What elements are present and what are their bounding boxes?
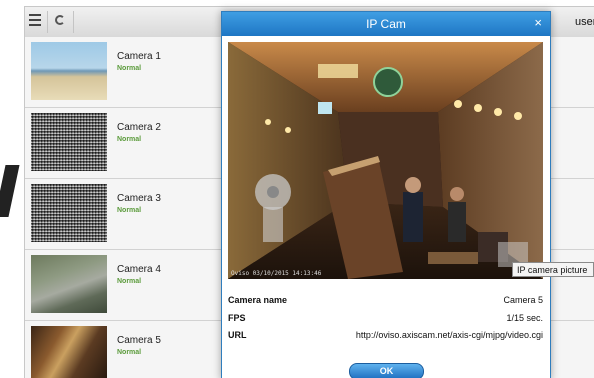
close-icon[interactable]: × [534,16,542,30]
camera-status: Normal [117,349,142,356]
field-label: FPS [228,313,246,323]
camera-status: Normal [117,136,142,143]
camera-status: Normal [117,65,142,72]
field-value: Camera 5 [503,295,543,305]
camera-thumbnail[interactable] [31,42,107,100]
ok-button[interactable]: OK [349,363,424,378]
background-strip [0,0,24,378]
hamburger-menu-icon[interactable] [29,14,41,26]
camera-name: Camera 3 [117,193,161,204]
camera-status: Normal [117,207,142,214]
camera-status: Normal [117,278,142,285]
screen: username: c Camera 1 Normal Camera 2 Nor… [0,0,594,378]
camera-thumbnail[interactable] [31,113,107,171]
field-label: Camera name [228,295,288,305]
toolbar-divider [73,11,74,33]
toolbar-divider [47,11,48,33]
image-timestamp: Oviso 03/10/2015 14:13:46 [231,270,322,277]
camera-name: Camera 1 [117,51,161,62]
field-label: URL [228,330,247,340]
tooltip: IP camera picture [512,262,594,277]
field-value: 1/15 sec. [506,313,543,323]
ip-cam-dialog: IP Cam × Oviso 03/10/2015 14:13:46 Camer… [221,11,551,378]
camera-name: Camera 4 [117,264,161,275]
dialog-title: IP Cam [366,17,406,31]
camera-name: Camera 2 [117,122,161,133]
decorative-shape [0,165,20,217]
username-label: username: c [575,16,594,28]
camera-thumbnail[interactable] [31,326,107,378]
field-value: http://oviso.axiscam.net/axis-cgi/mjpg/v… [355,330,543,340]
camera-thumbnail[interactable] [31,255,107,313]
dialog-header: IP Cam × [222,12,550,36]
bar-scene-image [228,42,543,279]
camera-name: Camera 5 [117,335,161,346]
refresh-icon[interactable] [55,15,65,25]
camera-thumbnail[interactable] [31,184,107,242]
camera-picture[interactable]: Oviso 03/10/2015 14:13:46 [228,42,543,279]
